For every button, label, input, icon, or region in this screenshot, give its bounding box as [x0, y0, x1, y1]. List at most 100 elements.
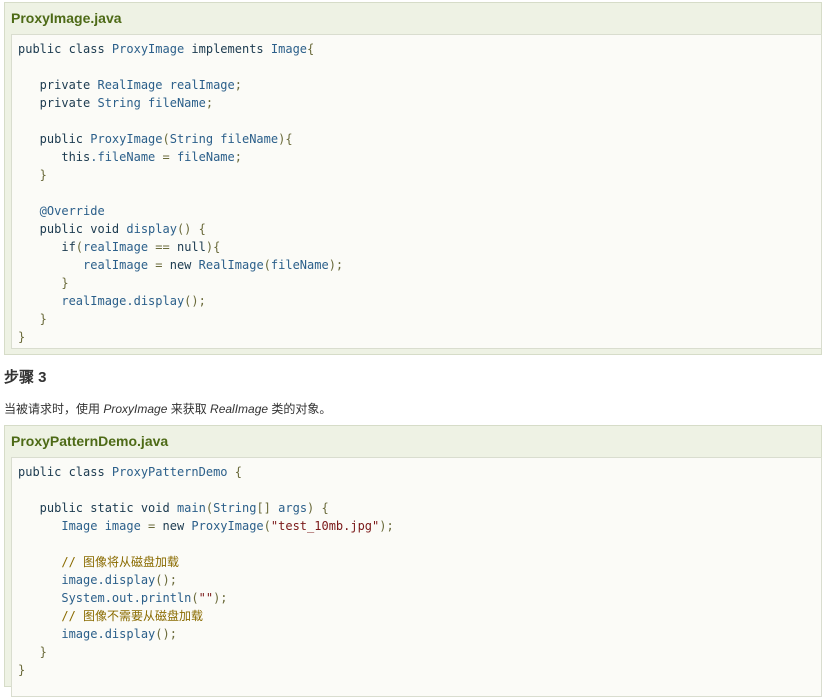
code-token: {	[307, 42, 315, 56]
code-token: (	[191, 591, 199, 605]
code-token: null	[176, 240, 206, 254]
code-line: public ProxyImage(String fileName){	[18, 130, 293, 148]
code-token: main	[176, 501, 206, 515]
code-token: =	[155, 258, 170, 272]
code-token: RealImage	[198, 258, 264, 272]
code-token: public static void	[18, 501, 177, 515]
code-example-proxyimage: ProxyImage.java public class ProxyImage …	[4, 2, 822, 355]
code-token: public class	[18, 42, 112, 56]
code-token: Image	[270, 42, 308, 56]
code-token: );	[213, 591, 228, 605]
code-token: }	[18, 312, 47, 326]
code-token: ();	[184, 294, 206, 308]
code-token: () {	[176, 222, 206, 236]
code-token: fileName	[176, 150, 235, 164]
code-token: private	[18, 78, 98, 92]
code-token: =	[162, 150, 177, 164]
code-token: ==	[155, 240, 177, 254]
code-token: ) {	[307, 501, 329, 515]
code-token: (	[75, 240, 84, 254]
code-token: realImage	[18, 258, 156, 272]
code-token: ;	[205, 96, 214, 110]
code-line: // 图像不需要从磁盘加载	[18, 607, 203, 625]
code-token: Image image	[18, 519, 149, 533]
code-line: }	[18, 643, 47, 661]
code-line: private RealImage realImage;	[18, 76, 242, 94]
code-token: );	[328, 258, 344, 272]
code-token: public void	[18, 222, 127, 236]
code-token: realImage	[83, 240, 156, 254]
code-line: realImage = new RealImage(fileName);	[18, 256, 343, 274]
code-token: =	[148, 519, 163, 533]
code-token: if	[18, 240, 76, 254]
code-line: public class ProxyImage implements Image…	[18, 40, 314, 58]
code-token: realImage.display	[18, 294, 185, 308]
code-line: image.display();	[18, 571, 177, 589]
code-token: }	[18, 663, 26, 677]
code-token: @Override	[18, 204, 105, 218]
code-example-proxypatterndemo: ProxyPatternDemo.java public class Proxy…	[4, 425, 822, 697]
step-heading: 步骤 3	[4, 369, 47, 386]
code-token: []	[256, 501, 279, 515]
code-token: args	[278, 501, 308, 515]
code-token: }	[18, 168, 47, 182]
code-line: image.display();	[18, 625, 177, 643]
code-token: RealImage realImage	[97, 78, 235, 92]
code-token: );	[379, 519, 394, 533]
code-token: // 图像将从磁盘加载	[18, 555, 180, 569]
code-token: String	[213, 501, 257, 515]
code-token: private	[18, 96, 98, 110]
code-token: ProxyImage	[191, 519, 264, 533]
code-token: public class	[18, 465, 112, 479]
code-token: ){	[205, 240, 221, 254]
step-text-2: 来获取	[167, 402, 211, 416]
code-token: (	[162, 132, 170, 146]
code-token: (	[205, 501, 214, 515]
code-token: display	[126, 222, 177, 236]
code-line: // 图像将从磁盘加载	[18, 553, 179, 571]
code-token: }	[18, 645, 47, 659]
code-token: // 图像不需要从磁盘加载	[18, 609, 204, 623]
example-title: ProxyPatternDemo.java	[11, 433, 169, 449]
code-line: Image image = new ProxyImage("test_10mb.…	[18, 517, 394, 535]
code-token: ();	[155, 627, 177, 641]
code-token: new	[169, 258, 199, 272]
code-token: }	[18, 330, 26, 344]
code-line: public static void main(String[] args) {	[18, 499, 329, 517]
code-token: public	[18, 132, 91, 146]
code-token: .fileName	[90, 150, 163, 164]
code-line: }	[18, 328, 25, 346]
code-token: new	[162, 519, 192, 533]
code-line: @Override	[18, 202, 105, 220]
code-token: ProxyImage	[90, 132, 163, 146]
code-line: public void display() {	[18, 220, 206, 238]
code-line: realImage.display();	[18, 292, 206, 310]
example-title: ProxyImage.java	[11, 10, 122, 26]
code-token: System.out.println	[18, 591, 192, 605]
step-text-3: 类的对象。	[268, 402, 332, 416]
code-token: image.display	[18, 627, 156, 641]
code-token: }	[18, 276, 69, 290]
realimage-term: RealImage	[210, 402, 269, 416]
code-token: (	[263, 519, 271, 533]
code-token: ProxyPatternDemo	[111, 465, 235, 479]
code-block[interactable]: public class ProxyPatternDemo { public s…	[11, 457, 822, 697]
code-token: image.display	[18, 573, 156, 587]
code-token: ;	[234, 150, 242, 164]
code-token: (	[263, 258, 271, 272]
code-line: System.out.println("");	[18, 589, 228, 607]
code-token: ){	[278, 132, 293, 146]
code-token: ProxyImage	[111, 42, 192, 56]
code-token: this	[18, 150, 91, 164]
code-token: ""	[198, 591, 214, 605]
code-block[interactable]: public class ProxyImage implements Image…	[11, 34, 822, 349]
step-text-1: 当被请求时，使用	[4, 402, 104, 416]
step-description: 当被请求时，使用 ProxyImage 来获取 RealImage 类的对象。	[4, 400, 331, 417]
code-token: String fileName	[169, 132, 279, 146]
code-line: public class ProxyPatternDemo {	[18, 463, 242, 481]
code-line: this.fileName = fileName;	[18, 148, 242, 166]
code-line: }	[18, 166, 47, 184]
code-token: String fileName	[97, 96, 206, 110]
code-line: }	[18, 661, 25, 679]
code-token: "test_10mb.jpg"	[270, 519, 380, 533]
